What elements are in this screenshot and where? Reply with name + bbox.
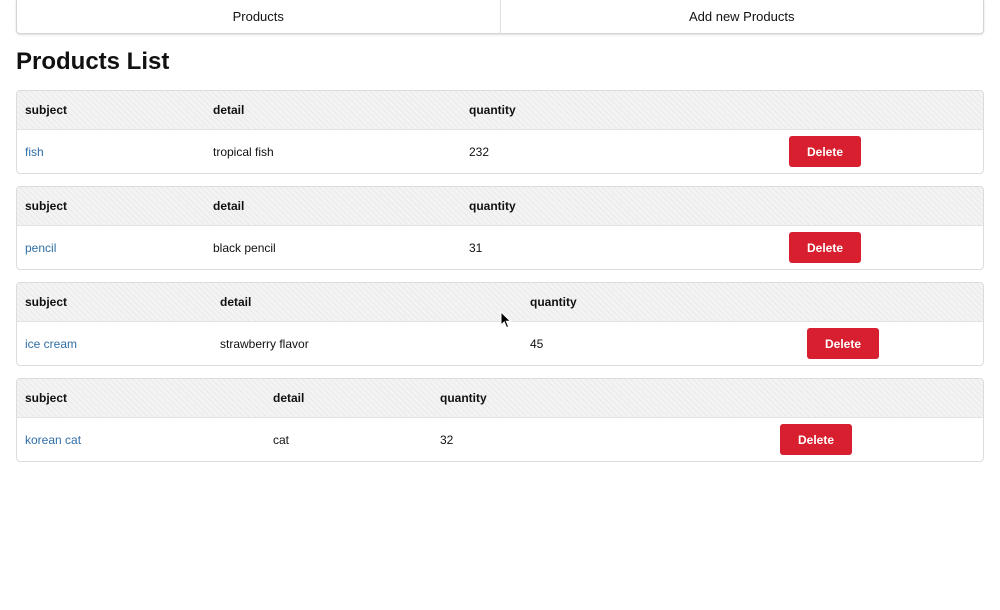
delete-button[interactable]: Delete — [789, 232, 861, 263]
table-header-row: subject detail quantity — [17, 379, 983, 418]
delete-button[interactable]: Delete — [807, 328, 879, 359]
products-page: Products Add new Products Products List … — [0, 0, 1000, 610]
quantity-header: quantity — [469, 199, 516, 213]
detail-header: detail — [213, 103, 245, 117]
delete-button[interactable]: Delete — [780, 424, 852, 455]
product-quantity: 232 — [469, 144, 490, 159]
tab-products[interactable]: Products — [17, 0, 500, 33]
product-subject-link[interactable]: fish — [25, 130, 44, 173]
product-subject-link[interactable]: pencil — [25, 226, 56, 269]
product-detail: black pencil — [213, 240, 276, 255]
page-title: Products List — [16, 48, 170, 75]
detail-header: detail — [273, 391, 305, 405]
quantity-header: quantity — [440, 391, 487, 405]
product-subject-link[interactable]: korean cat — [25, 418, 81, 461]
table-header-row: subject detail quantity — [17, 187, 983, 226]
tab-add-new-products[interactable]: Add new Products — [499, 0, 984, 33]
product-subject-link[interactable]: ice cream — [25, 322, 77, 365]
delete-button[interactable]: Delete — [789, 136, 861, 167]
product-quantity: 32 — [440, 432, 454, 447]
product-detail: cat — [273, 432, 290, 447]
product-table: subject detail quantity fish tropical fi… — [16, 90, 984, 174]
quantity-header: quantity — [530, 295, 577, 309]
product-detail: strawberry flavor — [220, 336, 309, 351]
subject-header: subject — [25, 391, 68, 405]
product-list: subject detail quantity fish tropical fi… — [16, 90, 984, 474]
mouse-cursor-icon — [500, 311, 512, 329]
detail-header: detail — [220, 295, 252, 309]
product-detail: tropical fish — [213, 144, 274, 159]
table-row: fish tropical fish 232 Delete — [17, 130, 983, 173]
detail-header: detail — [213, 199, 245, 213]
subject-header: subject — [25, 103, 68, 117]
top-navigation: Products Add new Products — [16, 0, 984, 34]
product-quantity: 31 — [469, 240, 483, 255]
product-quantity: 45 — [530, 336, 544, 351]
table-row: pencil black pencil 31 Delete — [17, 226, 983, 269]
product-table: subject detail quantity pencil black pen… — [16, 186, 984, 270]
table-row: korean cat cat 32 Delete — [17, 418, 983, 461]
subject-header: subject — [25, 199, 68, 213]
subject-header: subject — [25, 295, 68, 309]
product-table: subject detail quantity korean cat cat 3… — [16, 378, 984, 462]
quantity-header: quantity — [469, 103, 516, 117]
table-header-row: subject detail quantity — [17, 91, 983, 130]
